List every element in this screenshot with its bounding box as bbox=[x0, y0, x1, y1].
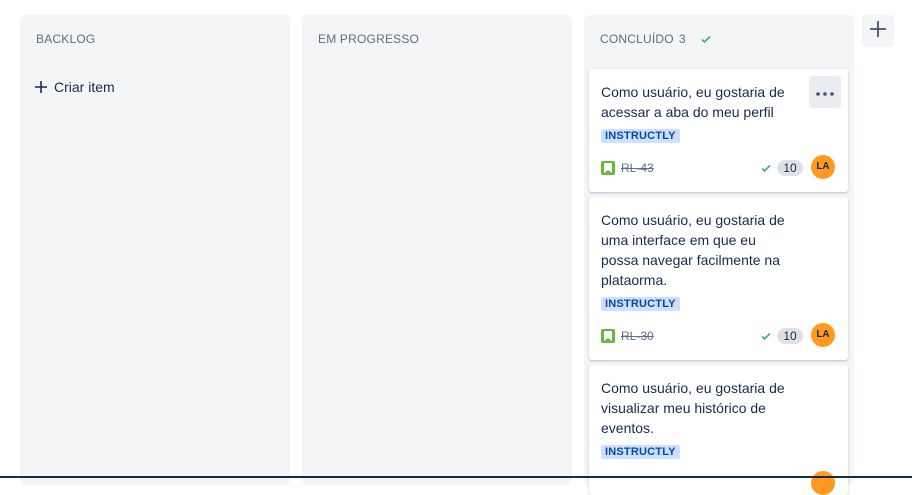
check-icon bbox=[760, 162, 772, 174]
column-header-done: CONCLUÍDO 3 bbox=[600, 32, 712, 46]
create-item-label: Criar item bbox=[54, 79, 115, 95]
issue-title: Como usuário, eu gostaria de visualizar … bbox=[601, 380, 785, 436]
column-title: EM PROGRESSO bbox=[318, 32, 420, 46]
column-count: 3 bbox=[678, 32, 686, 46]
create-item-button[interactable]: Criar item bbox=[34, 79, 115, 95]
column-title: BACKLOG bbox=[36, 32, 96, 46]
column-done: CONCLUÍDO 3 Como usuário, eu gostaria de… bbox=[584, 15, 854, 495]
column-header-backlog: BACKLOG bbox=[36, 32, 95, 46]
issue-card[interactable]: Como usuário, eu gostaria de acessar a a… bbox=[589, 69, 848, 192]
story-bookmark-icon bbox=[601, 329, 615, 343]
column-header-in-progress: EM PROGRESSO bbox=[318, 32, 419, 46]
plus-icon bbox=[869, 20, 887, 43]
epic-tag[interactable]: INSTRUCTLY bbox=[601, 129, 680, 143]
more-actions-button[interactable] bbox=[809, 76, 841, 108]
check-icon bbox=[760, 330, 772, 342]
add-column-button[interactable] bbox=[862, 15, 894, 47]
more-horizontal-icon bbox=[816, 83, 834, 101]
story-points-badge: 10 bbox=[777, 328, 803, 344]
issue-key-group: RL-43 bbox=[601, 161, 654, 175]
issue-title: Como usuário, eu gostaria de uma interfa… bbox=[601, 212, 785, 288]
issue-key[interactable]: RL-30 bbox=[621, 329, 654, 343]
avatar[interactable]: LA bbox=[811, 155, 835, 179]
issue-key-group: RL-30 bbox=[601, 329, 654, 343]
story-bookmark-icon bbox=[601, 161, 615, 175]
check-icon bbox=[700, 33, 712, 45]
issue-card[interactable]: Como usuário, eu gostaria de uma interfa… bbox=[589, 197, 848, 360]
epic-tag[interactable]: INSTRUCTLY bbox=[601, 297, 680, 311]
column-title: CONCLUÍDO bbox=[600, 32, 674, 46]
plus-icon bbox=[34, 80, 48, 94]
epic-tag[interactable]: INSTRUCTLY bbox=[601, 445, 680, 459]
column-backlog: BACKLOG Criar item bbox=[20, 15, 290, 485]
avatar[interactable] bbox=[811, 471, 835, 495]
story-points-badge: 10 bbox=[777, 160, 803, 176]
avatar[interactable]: LA bbox=[811, 323, 835, 347]
issue-title: Como usuário, eu gostaria de acessar a a… bbox=[601, 84, 785, 120]
column-in-progress: EM PROGRESSO bbox=[302, 15, 572, 485]
issue-key[interactable]: RL-43 bbox=[621, 161, 654, 175]
